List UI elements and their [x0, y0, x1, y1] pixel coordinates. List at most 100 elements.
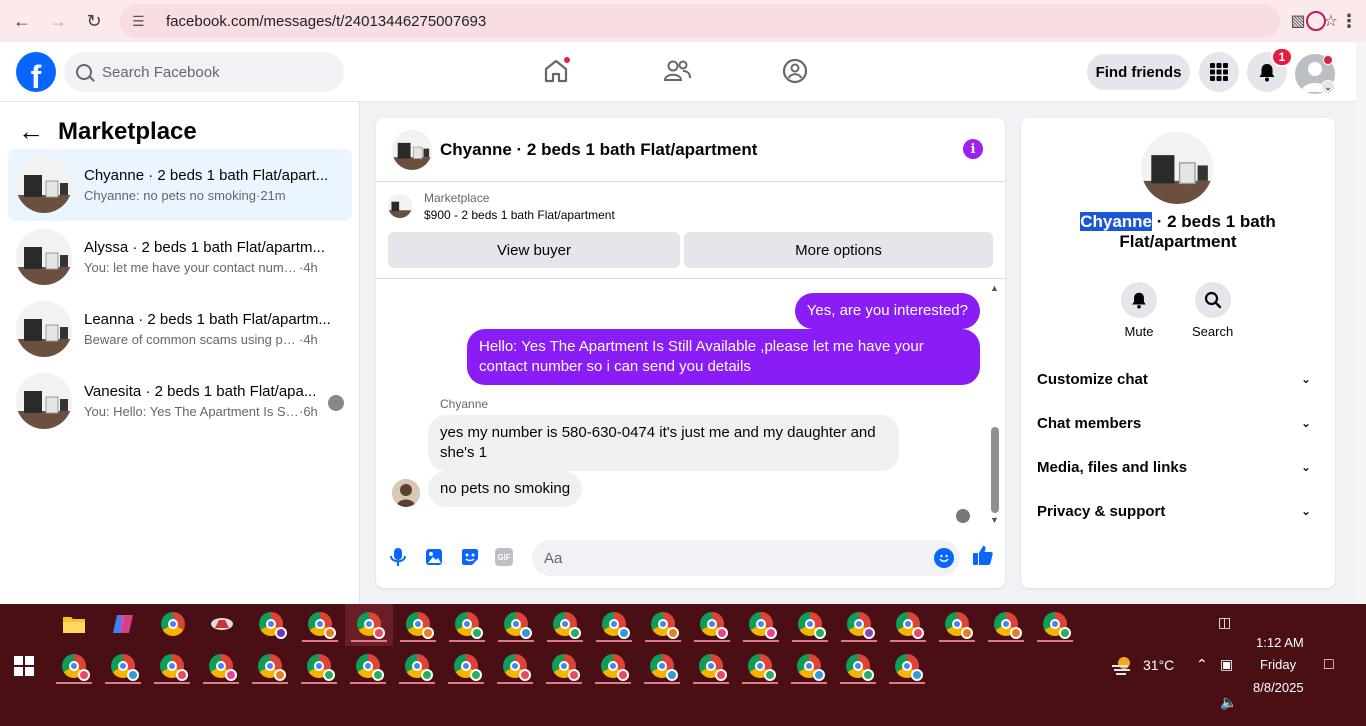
- chrome-profile-icon[interactable]: [299, 648, 339, 684]
- sender-avatar[interactable]: [392, 479, 420, 507]
- view-buyer-button[interactable]: View buyer: [388, 232, 680, 268]
- sticker-icon[interactable]: [459, 546, 481, 568]
- message-scrollbar[interactable]: ▲ ▼: [989, 283, 1001, 525]
- account-chevron-icon[interactable]: ⌄: [1321, 80, 1335, 94]
- thread-time: ·6h: [299, 404, 318, 419]
- chat-listing-thumbnail[interactable]: [392, 129, 432, 170]
- groups-icon[interactable]: [780, 56, 810, 86]
- search-in-chat-button[interactable]: Search: [1192, 282, 1233, 339]
- network-icon[interactable]: ▣: [1220, 656, 1233, 673]
- outgoing-message[interactable]: Yes, are you interested?: [794, 293, 980, 329]
- notification-center-icon[interactable]: □: [1324, 656, 1334, 674]
- chrome-profile-icon[interactable]: [54, 648, 94, 684]
- microphone-icon[interactable]: [387, 546, 409, 568]
- chrome-profile-icon[interactable]: [397, 648, 437, 684]
- thumbs-up-icon[interactable]: [972, 544, 994, 566]
- mute-button[interactable]: Mute: [1121, 282, 1157, 339]
- chrome-profile-icon[interactable]: [691, 648, 731, 684]
- chrome-profile-icon[interactable]: [740, 648, 780, 684]
- scroll-thumb[interactable]: [991, 427, 999, 513]
- clock-date[interactable]: 8/8/2025: [1253, 680, 1304, 695]
- forward-arrow-icon[interactable]: →: [40, 3, 76, 39]
- chrome-profile-icon[interactable]: [447, 606, 487, 642]
- chrome-profile-icon[interactable]: [594, 606, 634, 642]
- chrome-profile-icon[interactable]: [642, 648, 682, 684]
- incoming-message[interactable]: yes my number is 580-630-0474 it's just …: [428, 415, 899, 471]
- chrome-profile-icon[interactable]: [643, 606, 683, 642]
- site-settings-icon[interactable]: ☰: [132, 13, 152, 30]
- chrome-profile-icon[interactable]: [789, 648, 829, 684]
- privacy-support-section[interactable]: Privacy & support ⌄: [1037, 496, 1319, 526]
- thread-chyanne[interactable]: Chyanne · 2 beds 1 bath Flat/apart... Ch…: [8, 149, 352, 221]
- chrome-profile-icon[interactable]: [251, 606, 291, 642]
- chrome-profile-icon[interactable]: [593, 648, 633, 684]
- gif-icon[interactable]: GIF: [495, 548, 513, 566]
- chrome-profile-icon[interactable]: [692, 606, 732, 642]
- back-arrow-icon[interactable]: ←: [18, 116, 44, 147]
- message-list: Yes, are you interested? Hello: Yes The …: [376, 278, 1005, 528]
- volume-icon[interactable]: 🔈: [1220, 694, 1237, 711]
- chrome-profile-icon[interactable]: [986, 606, 1026, 642]
- thread-alyssa[interactable]: Alyssa · 2 beds 1 bath Flat/apartm... Yo…: [8, 221, 352, 293]
- emoji-icon[interactable]: [934, 548, 954, 568]
- page-scrollbar[interactable]: [1356, 42, 1366, 604]
- chrome-profile-icon[interactable]: [1035, 606, 1075, 642]
- home-icon[interactable]: [541, 56, 571, 86]
- back-arrow-icon[interactable]: ←: [4, 3, 40, 39]
- chrome-profile-icon[interactable]: [201, 648, 241, 684]
- more-options-button[interactable]: More options: [684, 232, 993, 268]
- file-explorer-icon[interactable]: [54, 606, 94, 642]
- chrome-profile-icon[interactable]: [349, 606, 389, 642]
- chat-title[interactable]: Chyanne · 2 beds 1 bath Flat/apartment: [440, 140, 757, 160]
- chrome-profile-icon[interactable]: [888, 606, 928, 642]
- chevron-up-icon[interactable]: ⌃: [1196, 656, 1208, 673]
- listing-banner[interactable]: Marketplace $900 - 2 beds 1 bath Flat/ap…: [376, 182, 1005, 230]
- friends-icon[interactable]: [662, 56, 692, 86]
- chrome-menu-icon[interactable]: ⋮: [1340, 11, 1358, 32]
- chrome-profile-icon[interactable]: [887, 648, 927, 684]
- chrome-profile-icon[interactable]: [103, 648, 143, 684]
- chrome-profile-icon[interactable]: [1306, 11, 1326, 31]
- chrome-profile-icon[interactable]: [398, 606, 438, 642]
- chrome-profile-icon[interactable]: [839, 606, 879, 642]
- message-input[interactable]: Aa: [532, 540, 960, 576]
- app-icon[interactable]: [202, 606, 242, 642]
- chrome-profile-icon[interactable]: [495, 648, 535, 684]
- reload-icon[interactable]: ↻: [76, 3, 112, 39]
- find-friends-button[interactable]: Find friends: [1087, 54, 1190, 90]
- listing-avatar[interactable]: [1141, 132, 1213, 204]
- meet-now-icon[interactable]: ◫: [1218, 614, 1231, 631]
- clock-time[interactable]: 1:12 AM: [1256, 635, 1304, 650]
- thread-leanna[interactable]: Leanna · 2 beds 1 bath Flat/apartm... Be…: [8, 293, 352, 365]
- address-bar[interactable]: ☰ facebook.com/messages/t/24013446275007…: [120, 4, 1338, 38]
- chrome-profile-icon[interactable]: [250, 648, 290, 684]
- chrome-profile-icon[interactable]: [937, 606, 977, 642]
- chrome-profile-icon[interactable]: [741, 606, 781, 642]
- menu-grid-icon[interactable]: [1199, 52, 1239, 92]
- chrome-profile-icon[interactable]: [838, 648, 878, 684]
- outgoing-message[interactable]: Hello: Yes The Apartment Is Still Availa…: [467, 329, 980, 385]
- windows-start-icon[interactable]: [14, 656, 34, 676]
- weather-icon[interactable]: [1110, 654, 1134, 676]
- chrome-profile-icon[interactable]: [300, 606, 340, 642]
- customize-chat-section[interactable]: Customize chat ⌄: [1037, 364, 1319, 394]
- incoming-message[interactable]: no pets no smoking: [428, 471, 583, 507]
- thread-vanesita[interactable]: Vanesita · 2 beds 1 bath Flat/apa... You…: [8, 365, 352, 437]
- clock-day[interactable]: Friday: [1260, 657, 1296, 672]
- copilot-icon[interactable]: [103, 606, 143, 642]
- chrome-profile-icon[interactable]: [545, 606, 585, 642]
- photo-icon[interactable]: [423, 546, 445, 568]
- media-files-links-section[interactable]: Media, files and links ⌄: [1037, 452, 1319, 482]
- search-input[interactable]: Search Facebook: [64, 52, 344, 92]
- chat-members-section[interactable]: Chat members ⌄: [1037, 408, 1319, 438]
- info-icon[interactable]: i: [963, 139, 983, 159]
- chrome-icon[interactable]: [153, 606, 193, 642]
- install-app-icon[interactable]: ▧: [1291, 11, 1306, 31]
- chrome-profile-icon[interactable]: [446, 648, 486, 684]
- chrome-profile-icon[interactable]: [790, 606, 830, 642]
- facebook-logo[interactable]: f: [16, 52, 56, 92]
- chrome-profile-icon[interactable]: [152, 648, 192, 684]
- chrome-profile-icon[interactable]: [348, 648, 388, 684]
- chrome-profile-icon[interactable]: [544, 648, 584, 684]
- chrome-profile-icon[interactable]: [496, 606, 536, 642]
